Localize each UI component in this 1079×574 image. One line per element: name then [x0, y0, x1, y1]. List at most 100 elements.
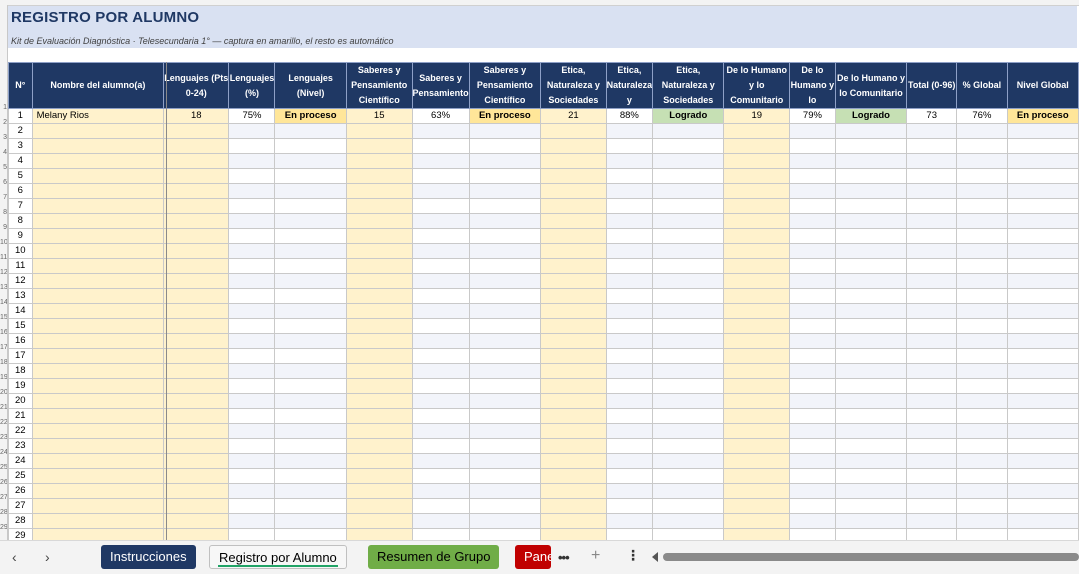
table-cell[interactable]	[274, 528, 347, 540]
table-cell[interactable]: 73	[906, 108, 958, 124]
table-cell[interactable]	[540, 498, 607, 514]
table-cell[interactable]	[468, 333, 542, 349]
table-cell[interactable]	[652, 138, 725, 154]
row-index-cell[interactable]: 3	[8, 138, 33, 154]
tab-instrucciones[interactable]: Instrucciones	[101, 545, 196, 569]
row-number[interactable]: 19	[0, 374, 7, 381]
tab-panel[interactable]: Panel	[515, 545, 551, 569]
row-number[interactable]: 22	[0, 419, 7, 426]
table-cell[interactable]	[723, 483, 791, 499]
table-cell[interactable]	[228, 168, 276, 184]
table-cell[interactable]	[411, 438, 470, 454]
row-index-cell[interactable]: 12	[8, 273, 33, 289]
row-index-cell[interactable]: 20	[8, 393, 33, 409]
table-cell[interactable]	[228, 423, 276, 439]
table-cell[interactable]	[956, 243, 1008, 259]
row-number[interactable]: 15	[0, 314, 7, 321]
table-cell[interactable]	[652, 273, 725, 289]
table-cell[interactable]	[723, 288, 791, 304]
table-cell[interactable]	[652, 528, 725, 540]
row-index-cell[interactable]: 22	[8, 423, 33, 439]
tab-resumen-de-grupo[interactable]: Resumen de Grupo	[368, 545, 500, 569]
table-cell[interactable]	[345, 303, 413, 319]
column-header[interactable]: Nivel Global	[1006, 62, 1079, 109]
student-name-cell[interactable]	[31, 528, 165, 540]
table-cell[interactable]	[906, 123, 958, 139]
table-cell[interactable]	[274, 348, 347, 364]
student-name-cell[interactable]	[31, 213, 165, 229]
table-cell[interactable]	[540, 423, 607, 439]
table-cell[interactable]	[468, 198, 542, 214]
table-cell[interactable]	[1006, 348, 1079, 364]
row-index-cell[interactable]: 11	[8, 258, 33, 274]
student-name-cell[interactable]	[31, 138, 165, 154]
row-index-cell[interactable]: 18	[8, 363, 33, 379]
table-cell[interactable]	[540, 153, 607, 169]
table-cell[interactable]	[468, 513, 542, 529]
table-cell[interactable]	[163, 288, 230, 304]
table-cell[interactable]	[723, 498, 791, 514]
table-cell[interactable]	[652, 453, 725, 469]
table-cell[interactable]	[274, 378, 347, 394]
column-header[interactable]: De lo Humano y lo	[789, 62, 836, 109]
table-cell[interactable]	[723, 513, 791, 529]
table-cell[interactable]	[723, 393, 791, 409]
table-cell[interactable]	[228, 153, 276, 169]
table-cell[interactable]	[723, 303, 791, 319]
table-cell[interactable]	[652, 258, 725, 274]
table-cell[interactable]	[345, 168, 413, 184]
table-cell[interactable]	[605, 138, 654, 154]
table-cell[interactable]	[345, 273, 413, 289]
table-cell[interactable]	[723, 213, 791, 229]
table-cell[interactable]	[723, 528, 791, 540]
table-cell[interactable]	[652, 243, 725, 259]
table-cell[interactable]	[345, 453, 413, 469]
table-cell[interactable]	[834, 333, 908, 349]
table-cell[interactable]	[834, 483, 908, 499]
table-cell[interactable]	[345, 213, 413, 229]
table-cell[interactable]	[834, 378, 908, 394]
table-cell[interactable]	[605, 348, 654, 364]
table-cell[interactable]	[906, 183, 958, 199]
table-cell[interactable]: 79%	[789, 108, 836, 124]
table-cell[interactable]	[906, 468, 958, 484]
table-cell[interactable]	[163, 258, 230, 274]
table-cell[interactable]	[605, 513, 654, 529]
row-number[interactable]: 16	[0, 329, 7, 336]
table-cell[interactable]	[956, 438, 1008, 454]
table-cell[interactable]	[345, 243, 413, 259]
table-cell[interactable]	[540, 168, 607, 184]
table-cell[interactable]	[906, 273, 958, 289]
table-cell[interactable]	[1006, 513, 1079, 529]
table-cell[interactable]	[789, 258, 836, 274]
table-cell[interactable]	[789, 123, 836, 139]
table-cell[interactable]	[605, 198, 654, 214]
row-index-cell[interactable]: 4	[8, 153, 33, 169]
table-cell[interactable]	[789, 153, 836, 169]
table-cell[interactable]	[956, 123, 1008, 139]
table-cell[interactable]	[834, 318, 908, 334]
table-cell[interactable]	[411, 468, 470, 484]
table-cell[interactable]	[163, 333, 230, 349]
table-cell[interactable]	[789, 513, 836, 529]
student-name-cell[interactable]	[31, 363, 165, 379]
table-cell[interactable]	[228, 273, 276, 289]
table-cell[interactable]	[789, 243, 836, 259]
table-cell[interactable]	[834, 288, 908, 304]
table-cell[interactable]	[163, 438, 230, 454]
table-cell[interactable]	[1006, 393, 1079, 409]
table-cell[interactable]	[906, 138, 958, 154]
table-cell[interactable]	[834, 153, 908, 169]
row-index-cell[interactable]: 7	[8, 198, 33, 214]
table-cell[interactable]	[468, 243, 542, 259]
table-cell[interactable]	[163, 303, 230, 319]
table-cell[interactable]	[906, 168, 958, 184]
table-cell[interactable]	[163, 348, 230, 364]
table-cell[interactable]	[411, 213, 470, 229]
table-cell[interactable]	[906, 513, 958, 529]
column-header[interactable]: N°	[8, 62, 33, 109]
table-cell[interactable]	[956, 318, 1008, 334]
table-cell[interactable]	[274, 453, 347, 469]
scrollbar-thumb[interactable]	[663, 553, 1079, 561]
table-cell[interactable]	[906, 393, 958, 409]
